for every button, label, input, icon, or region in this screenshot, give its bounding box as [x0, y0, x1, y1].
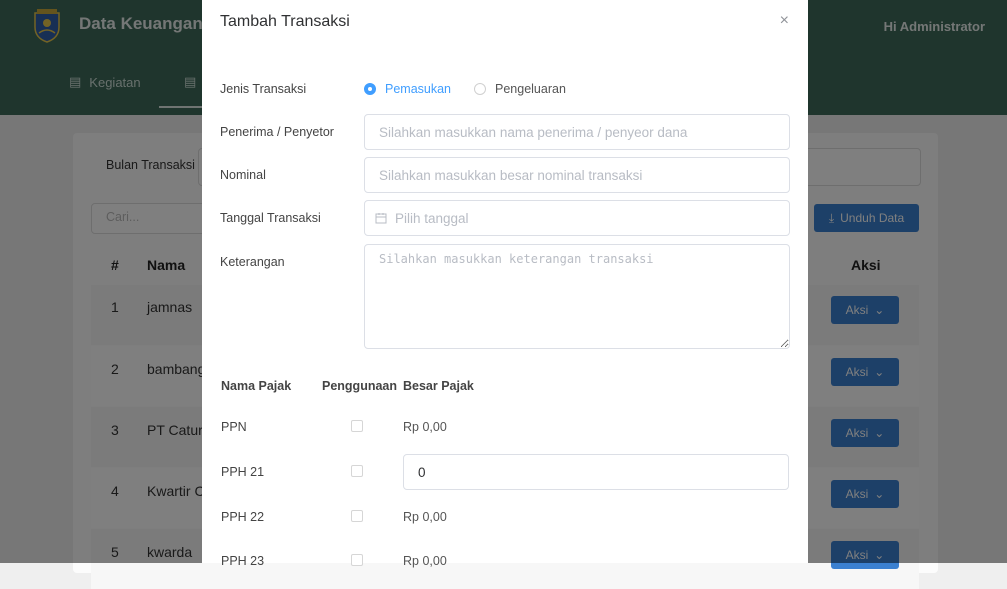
radio-pengeluaran-label: Pengeluaran	[495, 82, 566, 96]
radio-dot	[364, 83, 376, 95]
checkbox-ppn[interactable]	[351, 420, 363, 432]
radio-dot	[474, 83, 486, 95]
pph21-amount-input[interactable]	[403, 454, 789, 490]
checkbox-pph22[interactable]	[351, 510, 363, 522]
tax-name-ppn: PPN	[221, 420, 247, 434]
tax-amount-ppn: Rp 0,00	[403, 420, 447, 434]
tanggal-label: Tanggal Transaksi	[220, 211, 321, 225]
col-besar-pajak: Besar Pajak	[403, 379, 474, 393]
add-transaction-dialog: Tambah Transaksi × Jenis Transaksi Pemas…	[202, 0, 808, 568]
keterangan-textarea[interactable]	[364, 244, 790, 349]
keterangan-label: Keterangan	[220, 255, 285, 269]
dialog-title: Tambah Transaksi	[220, 13, 350, 30]
calendar-icon	[375, 213, 387, 224]
tax-name-pph23: PPH 23	[221, 554, 265, 568]
tax-name-pph22: PPH 22	[221, 510, 265, 524]
radio-pemasukan[interactable]: Pemasukan	[364, 82, 451, 96]
checkbox-pph23[interactable]	[351, 554, 363, 566]
tax-amount-pph23: Rp 0,00	[403, 554, 447, 568]
close-icon[interactable]: ×	[780, 12, 789, 30]
radio-pemasukan-label: Pemasukan	[385, 82, 452, 96]
checkbox-pph21[interactable]	[351, 465, 363, 477]
col-nama-pajak: Nama Pajak	[221, 379, 292, 393]
tax-name-pph21: PPH 21	[221, 465, 265, 479]
tanggal-date-picker[interactable]	[364, 200, 790, 236]
nominal-input[interactable]	[364, 157, 790, 193]
penerima-input[interactable]	[364, 114, 790, 150]
nominal-label: Nominal	[220, 168, 266, 182]
penerima-label: Penerima / Penyetor	[220, 125, 334, 139]
col-penggunaan: Penggunaan	[322, 379, 398, 393]
tax-amount-pph22: Rp 0,00	[403, 510, 447, 524]
tanggal-input[interactable]	[393, 209, 777, 227]
radio-pengeluaran[interactable]: Pengeluaran	[474, 82, 566, 96]
jenis-transaksi-label: Jenis Transaksi	[220, 82, 307, 96]
